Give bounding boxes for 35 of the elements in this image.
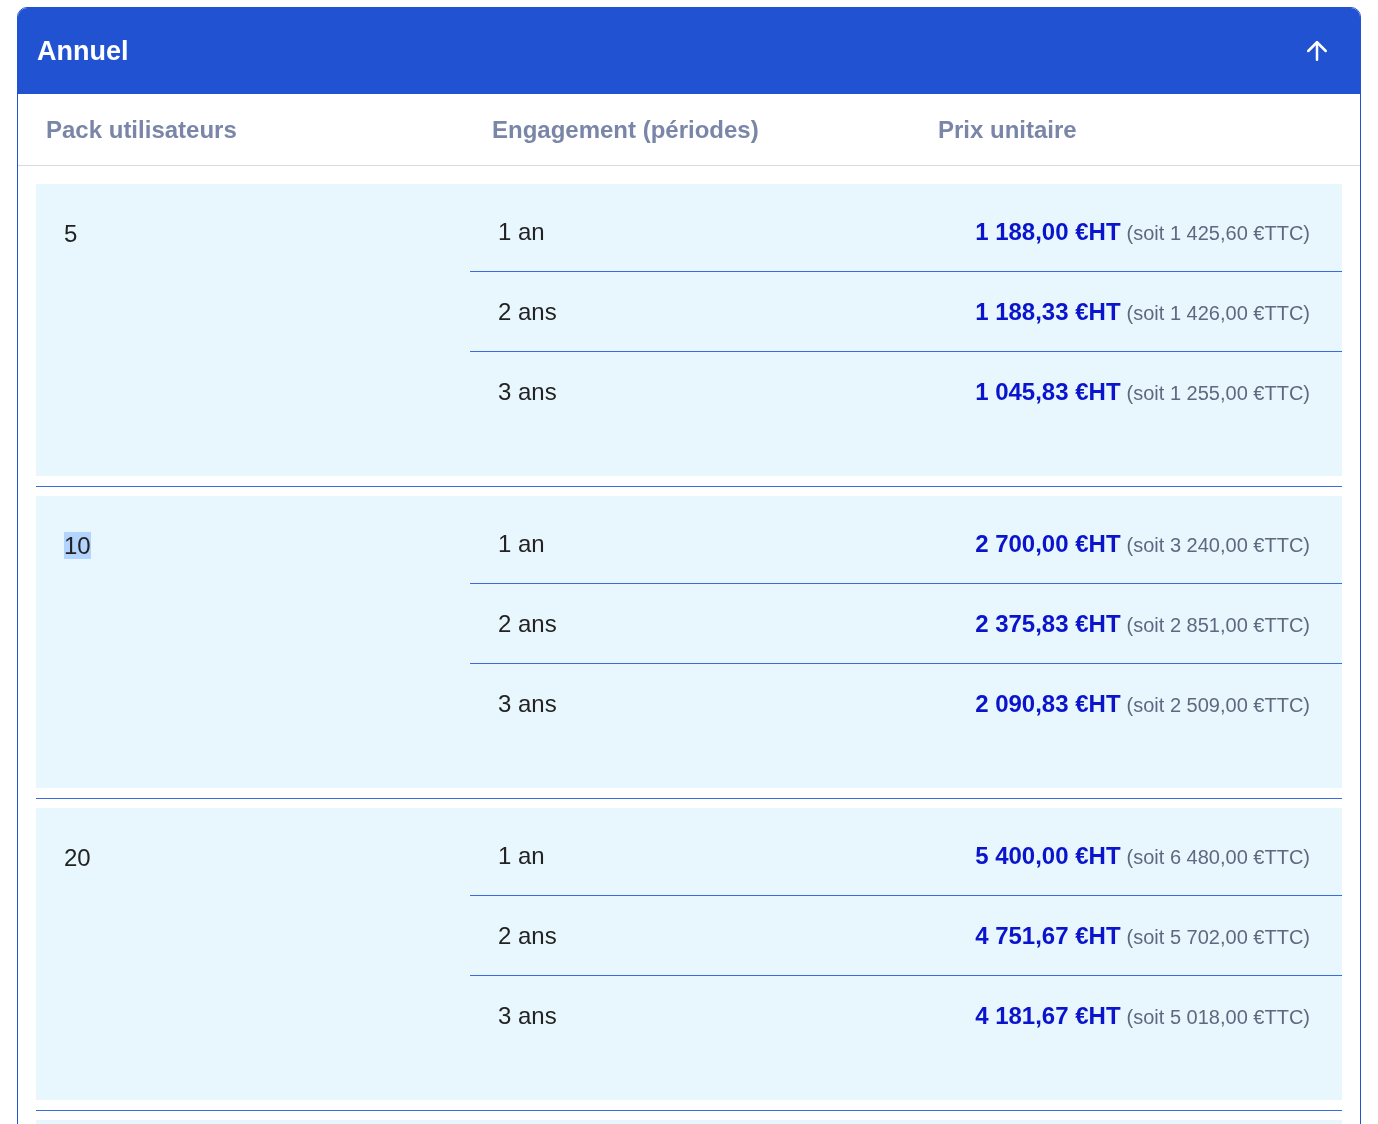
price-ht: 1 188,00 €HT xyxy=(975,216,1121,247)
price-ttc: (soit 2 851,00 €TTC) xyxy=(1126,612,1310,638)
price-ttc: (soit 1 255,00 €TTC) xyxy=(1126,381,1310,406)
engagement-cell-text: 1 an xyxy=(498,216,545,247)
engagement-cell-text: 2 ans xyxy=(498,608,557,639)
price-ht: 1 188,33 €HT xyxy=(975,296,1121,327)
price-ttc: (soit 1 426,00 €TTC) xyxy=(1126,300,1310,326)
price-ht: 2 700,00 €HT xyxy=(975,528,1121,559)
panel-title: Annuel xyxy=(37,34,129,68)
price-ht: 2 090,83 €HT xyxy=(975,689,1121,719)
pack-size: 20 xyxy=(64,844,91,871)
price-ht: 2 375,83 €HT xyxy=(975,608,1121,639)
engagement-cell-text: 3 ans xyxy=(498,377,557,407)
engagement-cell-text: 1 an xyxy=(498,528,545,559)
engagement-cell-text: 1 an xyxy=(498,840,545,871)
price-ht: 4 751,67 €HT xyxy=(975,920,1121,951)
price-ht: 4 181,67 €HT xyxy=(975,1001,1121,1031)
price-ttc: (soit 3 240,00 €TTC) xyxy=(1126,532,1310,558)
price-ttc: (soit 1 425,60 €TTC) xyxy=(1126,220,1310,246)
column-header: Engagement (périodes) xyxy=(492,114,759,145)
column-header: Pack utilisateurs xyxy=(46,114,237,145)
engagement-cell-text: 2 ans xyxy=(498,920,557,951)
price-ht: 1 045,83 €HT xyxy=(975,377,1121,407)
engagement-cell-text: 3 ans xyxy=(498,1001,557,1031)
engagement-cell-text: 3 ans xyxy=(498,689,557,719)
price-ttc: (soit 5 018,00 €TTC) xyxy=(1126,1005,1310,1030)
price-ht: 5 400,00 €HT xyxy=(975,840,1121,871)
panel-header[interactable]: Annuel xyxy=(18,8,1360,94)
pack-size: 10 xyxy=(64,532,91,559)
engagement-cell-text: 2 ans xyxy=(498,296,557,327)
column-header: Prix unitaire xyxy=(938,114,1077,145)
price-ttc: (soit 6 480,00 €TTC) xyxy=(1126,844,1310,870)
pack-size: 5 xyxy=(64,220,78,247)
price-ttc: (soit 2 509,00 €TTC) xyxy=(1126,693,1310,718)
price-ttc: (soit 5 702,00 €TTC) xyxy=(1126,924,1310,950)
